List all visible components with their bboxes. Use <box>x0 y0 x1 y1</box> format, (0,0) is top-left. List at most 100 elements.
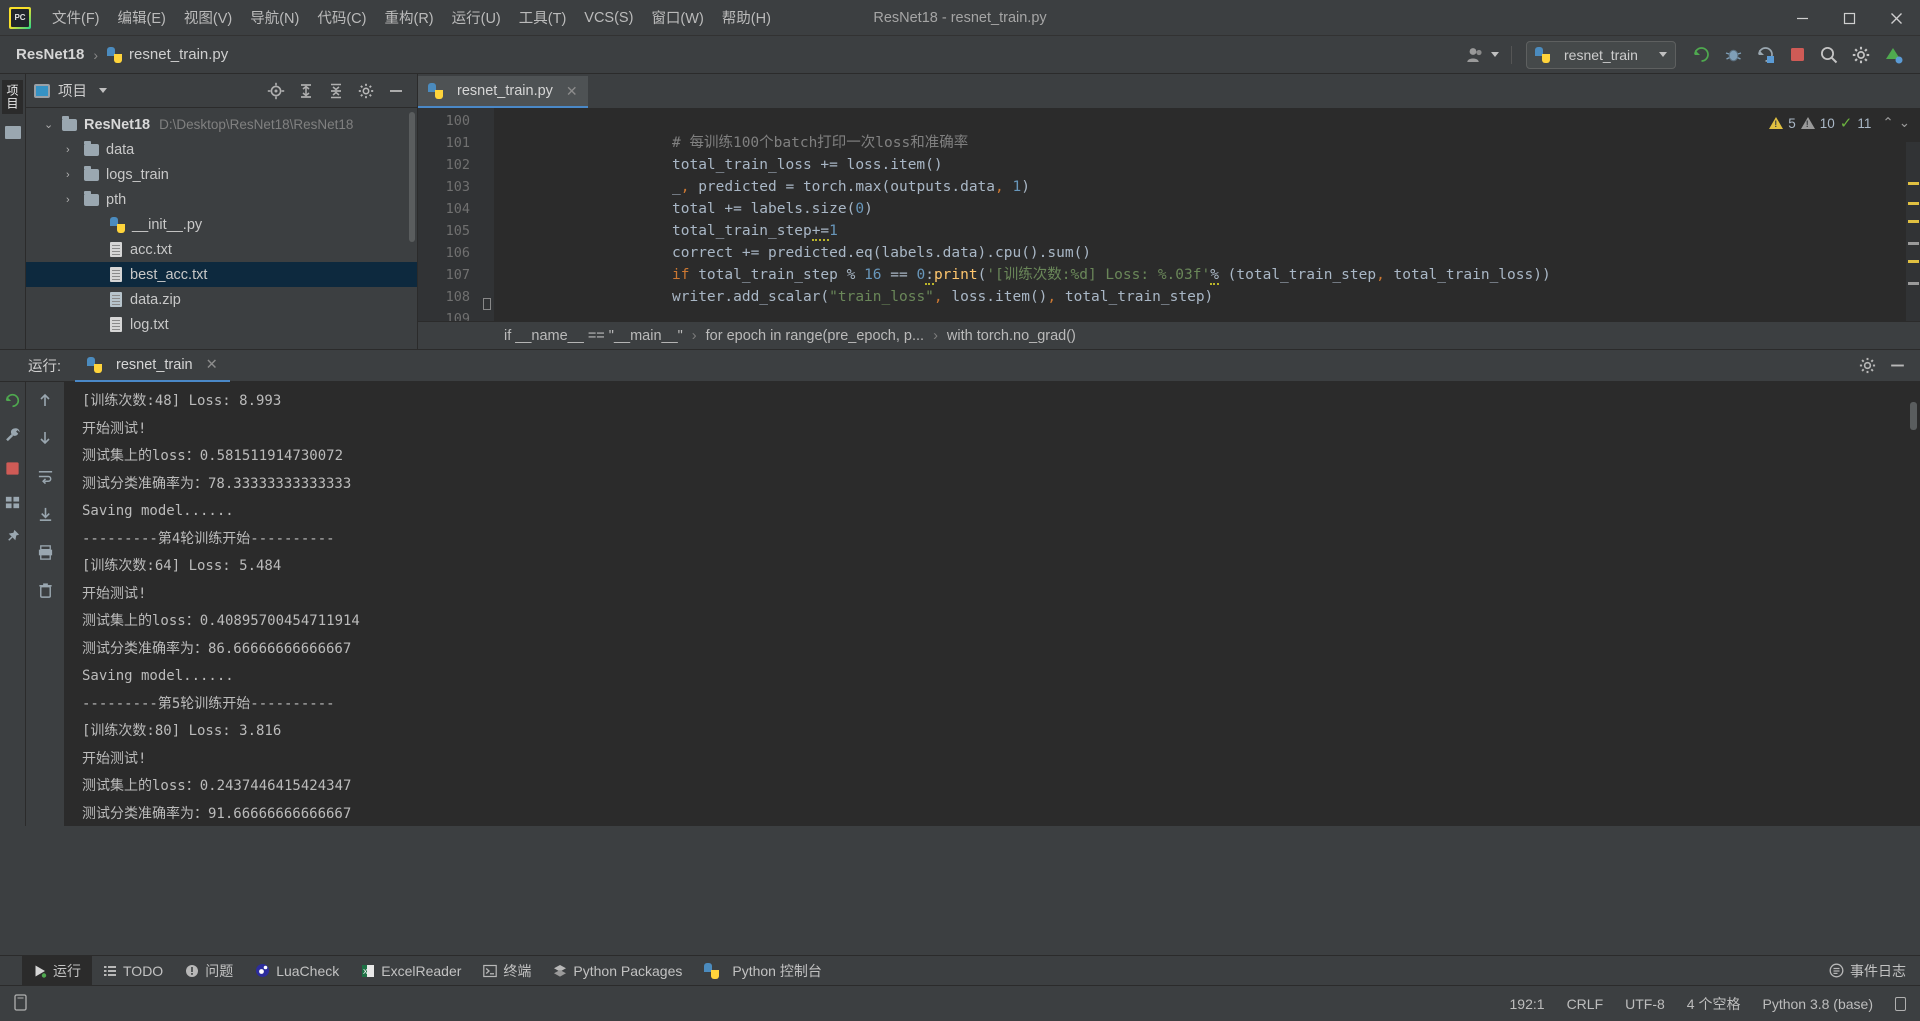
menu-item-navigate[interactable]: 导航(N) <box>241 0 308 35</box>
wrench-icon[interactable] <box>3 424 23 444</box>
print-icon[interactable] <box>35 542 55 562</box>
chevron-right-icon[interactable]: › <box>66 169 82 181</box>
tree-row-data-zip[interactable]: data.zip <box>26 287 417 312</box>
tool-window-button-todo[interactable]: TODO <box>92 956 174 986</box>
marker-weak-warning[interactable] <box>1908 282 1919 285</box>
debug-button[interactable] <box>1718 40 1748 70</box>
chevron-right-icon[interactable]: › <box>66 144 82 156</box>
updates-icon[interactable] <box>1878 40 1908 70</box>
soft-wrap-icon[interactable] <box>35 466 55 486</box>
marker-warning[interactable] <box>1908 202 1919 205</box>
python-interpreter[interactable]: Python 3.8 (base) <box>1762 996 1873 1012</box>
rerun-button[interactable] <box>1686 40 1716 70</box>
stop-button[interactable] <box>1782 40 1812 70</box>
indent-setting[interactable]: 4 个空格 <box>1687 994 1741 1014</box>
tool-window-tab-project[interactable]: 项目 <box>2 80 23 114</box>
tool-window-button-python-packages[interactable]: Python Packages <box>542 956 693 986</box>
tree-row-acc-txt[interactable]: acc.txt <box>26 237 417 262</box>
menu-item-edit[interactable]: 编辑(E) <box>109 0 175 35</box>
save-output-icon[interactable] <box>35 504 55 524</box>
menu-item-tools[interactable]: 工具(T) <box>510 0 576 35</box>
breadcrumb-if-main[interactable]: if __name__ == "__main__" <box>504 328 683 344</box>
scroll-up-icon[interactable] <box>35 390 55 410</box>
event-log-button[interactable]: 事件日志 <box>1829 961 1920 981</box>
chevron-down-icon[interactable]: ⌄ <box>44 118 60 131</box>
tool-window-button-excelreader[interactable]: X ExcelReader <box>350 956 472 986</box>
editor-marker-strip[interactable] <box>1906 142 1920 321</box>
code-editor[interactable]: 100 101 102 103 104 105 106 107 108 109 … <box>418 108 1920 321</box>
breadcrumb-with-nograd[interactable]: with torch.no_grad() <box>947 328 1076 344</box>
tree-row-logs-train[interactable]: › logs_train <box>26 162 417 187</box>
run-configuration-selector[interactable]: resnet_train <box>1526 40 1676 69</box>
tool-window-button-problems[interactable]: 问题 <box>174 956 244 986</box>
caret-position[interactable]: 192:1 <box>1510 996 1545 1012</box>
tool-window-button-python-console[interactable]: Python 控制台 <box>693 956 832 986</box>
chevron-up-icon[interactable]: ⌃ <box>1882 115 1893 131</box>
marker-warning[interactable] <box>1908 260 1919 263</box>
project-view-caret-icon[interactable] <box>99 88 107 93</box>
tree-row-data[interactable]: › data <box>26 137 417 162</box>
console-scrollbar[interactable] <box>1910 402 1917 430</box>
minimize-button[interactable] <box>1779 0 1826 36</box>
tree-row-pth[interactable]: › pth <box>26 187 417 212</box>
marker-warning[interactable] <box>1908 182 1919 185</box>
structure-folder-icon[interactable] <box>4 126 21 139</box>
breadcrumb-project[interactable]: ResNet18 <box>16 46 84 63</box>
collapse-all-icon[interactable] <box>323 78 349 104</box>
menu-item-view[interactable]: 视图(V) <box>175 0 241 35</box>
expand-all-icon[interactable] <box>293 78 319 104</box>
code-folding-gutter[interactable] <box>480 108 494 321</box>
scroll-down-icon[interactable] <box>35 428 55 448</box>
editor-tab-resnet-train[interactable]: resnet_train.py ✕ <box>418 76 588 108</box>
stop-icon[interactable] <box>3 458 23 478</box>
fold-marker-icon[interactable] <box>483 298 491 310</box>
breadcrumb-for-epoch[interactable]: for epoch in range(pre_epoch, p... <box>706 328 924 344</box>
grid-icon[interactable] <box>3 492 23 512</box>
tree-row-log-txt[interactable]: log.txt <box>26 312 417 337</box>
chevron-right-icon[interactable]: › <box>66 194 82 206</box>
menu-item-refactor[interactable]: 重构(R) <box>375 0 442 35</box>
rerun-icon[interactable] <box>3 390 23 410</box>
project-tree[interactable]: ⌄ ResNet18 D:\Desktop\ResNet18\ResNet18 … <box>26 108 417 349</box>
code-text[interactable]: # 每训练100个batch打印一次loss和准确率 total_train_l… <box>494 108 1920 321</box>
marker-warning[interactable] <box>1908 220 1919 223</box>
close-icon[interactable]: ✕ <box>566 83 578 100</box>
inspection-widget[interactable]: 5 10 ✓ 11 ⌃ ⌄ <box>1769 114 1910 132</box>
menu-item-file[interactable]: 文件(F) <box>43 0 109 35</box>
tool-window-button-run[interactable]: 运行 <box>22 955 92 986</box>
close-icon[interactable]: ✕ <box>206 357 218 373</box>
run-console-output[interactable]: [训练次数:48] Loss: 8.993 开始测试! 测试集上的loss：0.… <box>64 382 1920 826</box>
account-button[interactable] <box>1466 45 1512 64</box>
menu-item-window[interactable]: 窗口(W) <box>642 0 712 35</box>
project-settings-gear-icon[interactable] <box>353 78 379 104</box>
close-button[interactable] <box>1873 0 1920 36</box>
menu-item-code[interactable]: 代码(C) <box>308 0 375 35</box>
menu-item-run[interactable]: 运行(U) <box>443 0 510 35</box>
menu-item-help[interactable]: 帮助(H) <box>713 0 780 35</box>
search-everywhere-icon[interactable] <box>1814 40 1844 70</box>
marker-weak-warning[interactable] <box>1908 242 1919 245</box>
run-with-coverage-button[interactable] <box>1750 40 1780 70</box>
run-settings-gear-icon[interactable] <box>1854 353 1880 379</box>
run-tab-resnet-train[interactable]: resnet_train ✕ <box>75 350 230 382</box>
menu-item-vcs[interactable]: VCS(S) <box>575 0 642 35</box>
maximize-button[interactable] <box>1826 0 1873 36</box>
tree-row-init-py[interactable]: __init__.py <box>26 212 417 237</box>
settings-gear-icon[interactable] <box>1846 40 1876 70</box>
tool-window-button-terminal[interactable]: 终端 <box>472 956 542 986</box>
tree-row-resnet18[interactable]: ⌄ ResNet18 D:\Desktop\ResNet18\ResNet18 <box>26 112 417 137</box>
hide-panel-icon[interactable] <box>383 78 409 104</box>
memory-indicator-icon[interactable] <box>14 993 27 1014</box>
line-separator[interactable]: CRLF <box>1567 996 1604 1012</box>
pin-icon[interactable] <box>3 526 23 546</box>
trash-icon[interactable] <box>35 580 55 600</box>
lock-icon[interactable] <box>1895 996 1906 1011</box>
breadcrumb-file[interactable]: resnet_train.py <box>129 46 228 63</box>
file-encoding[interactable]: UTF-8 <box>1625 996 1665 1012</box>
tree-row-best-acc-txt[interactable]: best_acc.txt <box>26 262 417 287</box>
tool-window-button-luacheck[interactable]: LuaCheck <box>244 956 350 986</box>
project-tree-scrollbar[interactable] <box>409 112 415 242</box>
chevron-down-icon[interactable]: ⌄ <box>1899 115 1910 131</box>
locate-file-icon[interactable] <box>263 78 289 104</box>
hide-run-panel-icon[interactable] <box>1884 353 1910 379</box>
